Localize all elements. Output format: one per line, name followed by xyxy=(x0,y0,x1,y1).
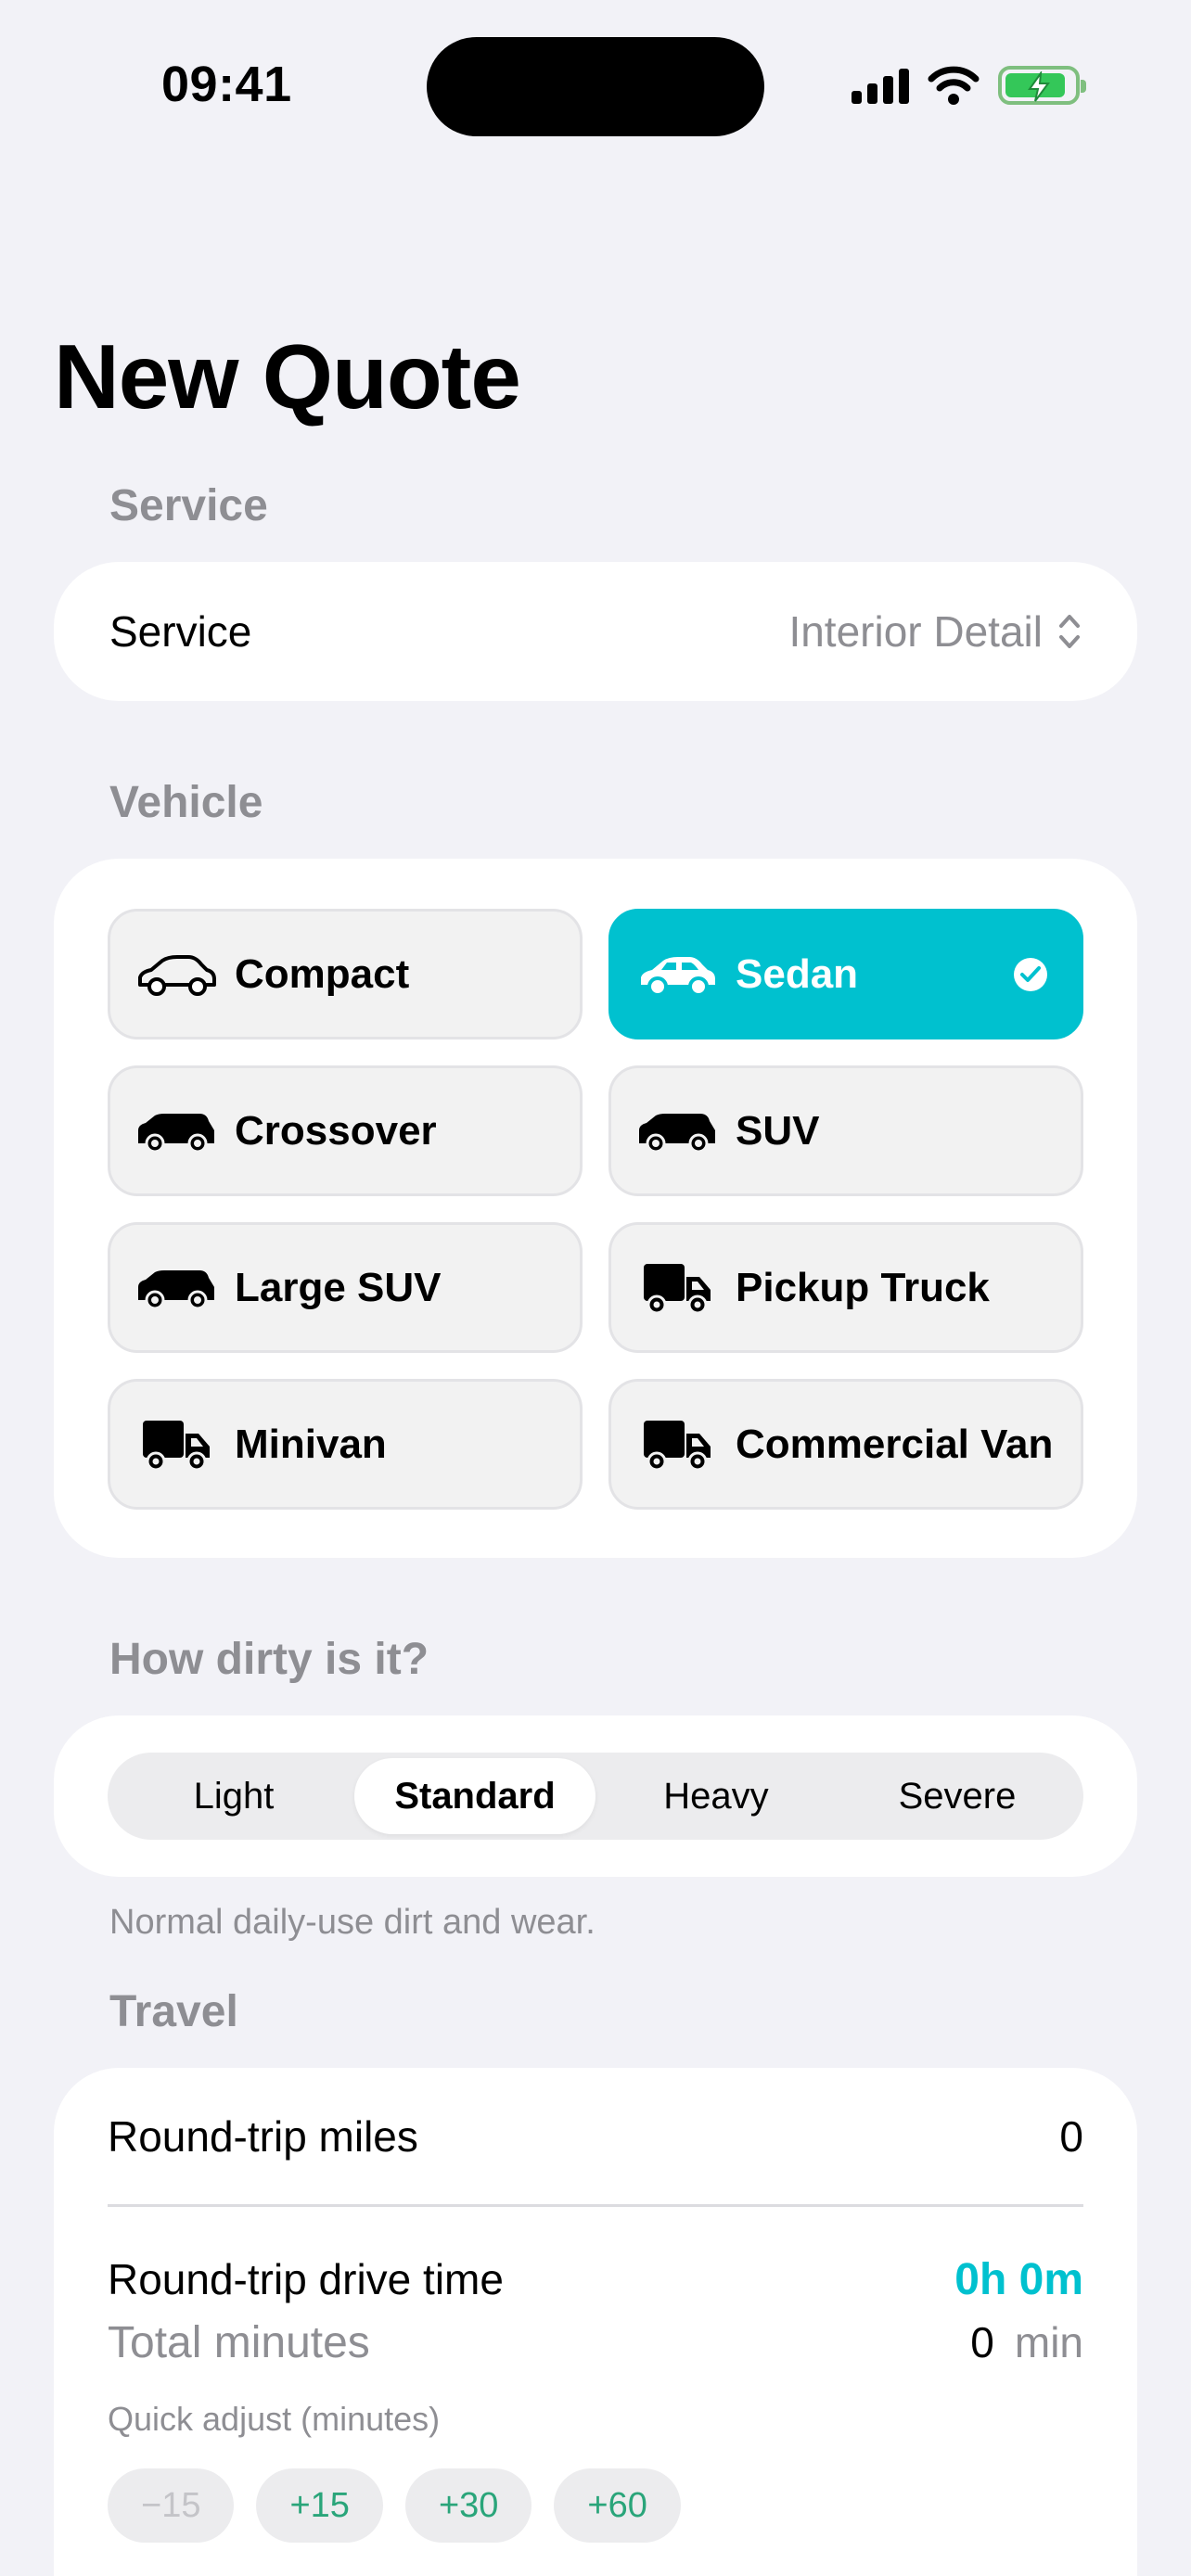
segment-standard[interactable]: Standard xyxy=(354,1758,596,1834)
vehicle-label: Sedan xyxy=(736,950,859,997)
round-trip-miles-input[interactable]: 0 xyxy=(1059,2111,1083,2162)
vehicle-option-commercial-van[interactable]: Commercial Van xyxy=(608,1379,1083,1510)
cellular-signal-icon xyxy=(852,67,909,104)
dirtiness-segmented-control: Light Standard Heavy Severe xyxy=(108,1753,1083,1840)
vehicle-label: SUV xyxy=(736,1107,820,1154)
quick-adjust-plus-15-button[interactable]: +15 xyxy=(256,2468,383,2543)
total-minutes-label: Total minutes xyxy=(108,2317,370,2367)
total-minutes-value[interactable]: 0 xyxy=(970,2317,994,2367)
quick-adjust-chips: −15 +15 +30 +60 xyxy=(108,2468,1083,2543)
vehicle-option-sedan[interactable]: Sedan xyxy=(608,909,1083,1039)
vehicle-option-crossover[interactable]: Crossover xyxy=(108,1065,583,1196)
status-icons xyxy=(852,59,1086,111)
dirtiness-section-header: How dirty is it? xyxy=(109,1635,429,1684)
vehicle-card: Compact Sedan Crossover SUV Large SUV Pi… xyxy=(54,859,1137,1558)
vehicle-label: Commercial Van xyxy=(736,1421,1054,1467)
drive-time-value[interactable]: 0h 0m xyxy=(954,2254,1083,2305)
segment-severe[interactable]: Severe xyxy=(837,1758,1078,1834)
checkmark-circle-icon xyxy=(1014,957,1047,991)
service-section-header: Service xyxy=(109,481,268,530)
wifi-icon xyxy=(928,66,980,105)
car-suv-icon xyxy=(134,1262,218,1314)
vehicle-option-compact[interactable]: Compact xyxy=(108,909,583,1039)
chevron-up-down-icon xyxy=(1059,615,1080,648)
dirtiness-hint: Normal daily-use dirt and wear. xyxy=(109,1903,596,1942)
vehicle-grid: Compact Sedan Crossover SUV Large SUV Pi… xyxy=(108,909,1083,1510)
vehicle-label: Large SUV xyxy=(235,1264,442,1310)
service-picker[interactable]: Interior Detail xyxy=(788,606,1082,657)
round-trip-miles-row[interactable]: Round-trip miles 0 xyxy=(108,2068,1083,2207)
dirtiness-card: Light Standard Heavy Severe xyxy=(54,1715,1137,1877)
vehicle-option-large-suv[interactable]: Large SUV xyxy=(108,1222,583,1353)
service-selected-value: Interior Detail xyxy=(788,607,1043,656)
travel-card: Round-trip miles 0 Round-trip drive time… xyxy=(54,2068,1137,2576)
quick-adjust-plus-30-button[interactable]: +30 xyxy=(404,2468,532,2543)
quick-adjust-minus-15-button[interactable]: −15 xyxy=(108,2468,235,2543)
vehicle-option-pickup-truck[interactable]: Pickup Truck xyxy=(608,1222,1083,1353)
car-icon xyxy=(635,949,719,1001)
vehicle-option-minivan[interactable]: Minivan xyxy=(108,1379,583,1510)
total-minutes-row: Total minutes 0 min xyxy=(108,2318,1083,2367)
vehicle-label: Compact xyxy=(235,950,410,997)
status-bar: 09:41 xyxy=(0,0,1191,167)
battery-charging-icon xyxy=(998,66,1086,105)
travel-section-header: Travel xyxy=(109,1987,238,2036)
car-outline-icon xyxy=(134,949,218,1001)
vehicle-label: Pickup Truck xyxy=(736,1264,990,1310)
service-row-label: Service xyxy=(109,607,252,656)
quick-adjust-label: Quick adjust (minutes) xyxy=(108,2400,441,2438)
vehicle-label: Crossover xyxy=(235,1107,437,1154)
round-trip-miles-label: Round-trip miles xyxy=(108,2111,418,2161)
car-suv-icon xyxy=(635,1105,719,1157)
total-minutes-unit: min xyxy=(1014,2318,1083,2366)
truck-icon xyxy=(635,1419,719,1471)
vehicle-section-header: Vehicle xyxy=(109,778,263,827)
total-minutes-field[interactable]: 0 min xyxy=(970,2317,1083,2367)
segment-light[interactable]: Light xyxy=(113,1758,354,1834)
truck-icon xyxy=(134,1419,218,1471)
status-time: 09:41 xyxy=(161,57,292,112)
quick-adjust-plus-60-button[interactable]: +60 xyxy=(554,2468,681,2543)
page-title: New Quote xyxy=(54,325,521,427)
truck-icon xyxy=(635,1262,719,1314)
car-suv-icon xyxy=(134,1105,218,1157)
vehicle-option-suv[interactable]: SUV xyxy=(608,1065,1083,1196)
dynamic-island xyxy=(427,37,764,136)
drive-time-label: Round-trip drive time xyxy=(108,2255,504,2303)
vehicle-label: Minivan xyxy=(235,1421,387,1467)
service-picker-row[interactable]: Service Interior Detail xyxy=(54,562,1137,701)
segment-heavy[interactable]: Heavy xyxy=(596,1758,837,1834)
